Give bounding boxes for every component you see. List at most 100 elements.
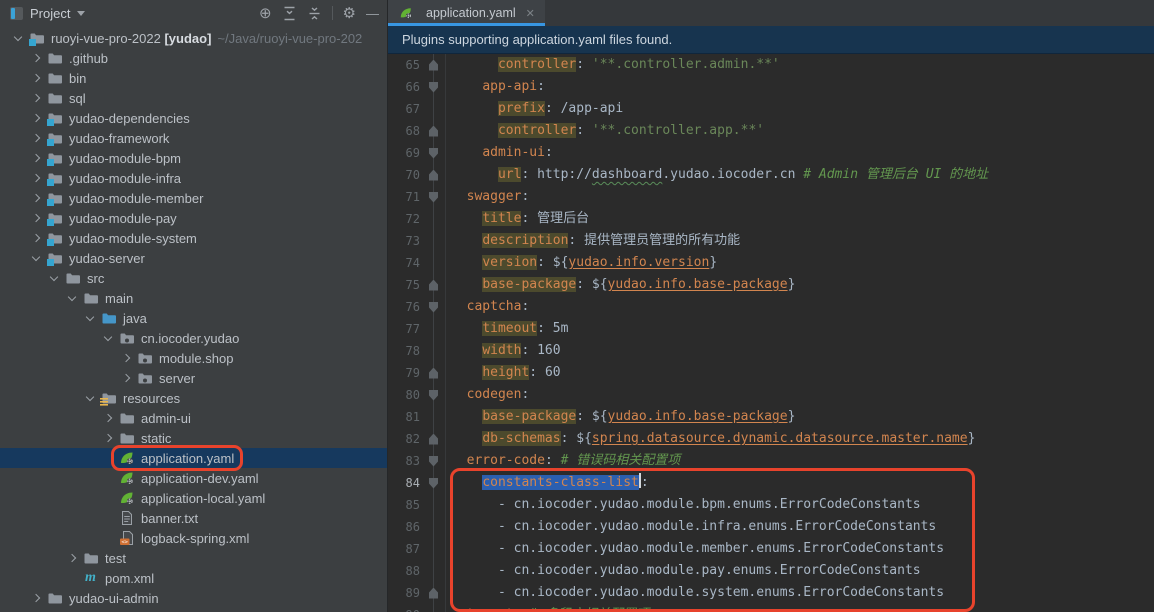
code-line-72[interactable]: 72 title: 管理后台 <box>388 208 1154 230</box>
plugin-notification-banner[interactable]: Plugins supporting application.yaml file… <box>388 26 1154 54</box>
chevron-down-icon[interactable] <box>84 317 96 320</box>
chevron-right-icon[interactable] <box>120 355 132 361</box>
project-panel-title[interactable]: Project <box>30 6 70 21</box>
tree-item-banner.txt[interactable]: banner.txt <box>0 508 387 528</box>
tree-item-main[interactable]: main <box>0 288 387 308</box>
code-line-67[interactable]: 67 prefix: /app-api <box>388 98 1154 120</box>
fold-start-icon[interactable] <box>422 472 446 494</box>
hide-panel-icon[interactable]: — <box>366 7 379 20</box>
chevron-right-icon[interactable] <box>30 75 42 81</box>
tree-item-yudao-ui-admin[interactable]: yudao-ui-admin <box>0 588 387 608</box>
code-line-79[interactable]: 79 height: 60 <box>388 362 1154 384</box>
code-line-90[interactable]: 90 tenant: # 多租户相关配置项 <box>388 604 1154 612</box>
code-line-73[interactable]: 73 description: 提供管理员管理的所有功能 <box>388 230 1154 252</box>
locate-icon[interactable]: ⊕ <box>259 6 272 21</box>
tree-item-yudao-dependencies[interactable]: yudao-dependencies <box>0 108 387 128</box>
code-line-88[interactable]: 88 - cn.iocoder.yudao.module.pay.enums.E… <box>388 560 1154 582</box>
fold-start-icon[interactable] <box>422 384 446 406</box>
tree-item-.github[interactable]: .github <box>0 48 387 68</box>
chevron-down-icon[interactable] <box>66 297 78 300</box>
code-line-69[interactable]: 69 admin-ui: <box>388 142 1154 164</box>
code-line-89[interactable]: 89 - cn.iocoder.yudao.module.system.enum… <box>388 582 1154 604</box>
tree-item-ruoyi-vue-pro-2022[interactable]: ruoyi-vue-pro-2022 [yudao]~/Java/ruoyi-v… <box>0 28 387 48</box>
chevron-right-icon[interactable] <box>30 235 42 241</box>
code-line-71[interactable]: 71 swagger: <box>388 186 1154 208</box>
tree-item-cn.iocoder.yudao[interactable]: cn.iocoder.yudao <box>0 328 387 348</box>
tree-item-yudao-module-member[interactable]: yudao-module-member <box>0 188 387 208</box>
code-editor[interactable]: 65 controller: '**.controller.admin.**'6… <box>388 54 1154 612</box>
code-line-68[interactable]: 68 controller: '**.controller.app.**' <box>388 120 1154 142</box>
chevron-down-icon[interactable] <box>84 397 96 400</box>
chevron-right-icon[interactable] <box>120 375 132 381</box>
code-line-70[interactable]: 70 url: http://dashboard.yudao.iocoder.c… <box>388 164 1154 186</box>
chevron-down-icon[interactable] <box>102 337 114 340</box>
chevron-right-icon[interactable] <box>30 135 42 141</box>
tree-item-static[interactable]: static <box>0 428 387 448</box>
tree-item-src[interactable]: src <box>0 268 387 288</box>
code-line-77[interactable]: 77 timeout: 5m <box>388 318 1154 340</box>
dropdown-caret-icon[interactable] <box>77 11 85 16</box>
code-line-76[interactable]: 76 captcha: <box>388 296 1154 318</box>
chevron-right-icon[interactable] <box>102 415 114 421</box>
tree-item-java[interactable]: java <box>0 308 387 328</box>
fold-end-icon[interactable] <box>422 120 446 142</box>
tab-application-yaml[interactable]: application.yaml ✕ <box>388 0 545 26</box>
fold-end-icon[interactable] <box>422 362 446 384</box>
chevron-right-icon[interactable] <box>30 95 42 101</box>
tree-item-server[interactable]: server <box>0 368 387 388</box>
chevron-right-icon[interactable] <box>30 55 42 61</box>
code-line-80[interactable]: 80 codegen: <box>388 384 1154 406</box>
chevron-right-icon[interactable] <box>66 555 78 561</box>
fold-end-icon[interactable] <box>422 54 446 76</box>
fold-end-icon[interactable] <box>422 428 446 450</box>
tree-item-application-local.yaml[interactable]: application-local.yaml <box>0 488 387 508</box>
tree-item-yudao-ui-app[interactable]: yudao-ui-app <box>0 608 387 612</box>
code-line-86[interactable]: 86 - cn.iocoder.yudao.module.infra.enums… <box>388 516 1154 538</box>
chevron-right-icon[interactable] <box>30 155 42 161</box>
code-line-66[interactable]: 66 app-api: <box>388 76 1154 98</box>
tree-item-application.yaml[interactable]: application.yaml <box>0 448 387 468</box>
chevron-right-icon[interactable] <box>102 435 114 441</box>
settings-gear-icon[interactable]: ⚙ <box>343 6 356 21</box>
chevron-right-icon[interactable] <box>30 215 42 221</box>
tree-item-test[interactable]: test <box>0 548 387 568</box>
code-line-81[interactable]: 81 base-package: ${yudao.info.base-packa… <box>388 406 1154 428</box>
tree-item-resources[interactable]: resources <box>0 388 387 408</box>
code-line-85[interactable]: 85 - cn.iocoder.yudao.module.bpm.enums.E… <box>388 494 1154 516</box>
tree-item-application-dev.yaml[interactable]: application-dev.yaml <box>0 468 387 488</box>
chevron-right-icon[interactable] <box>30 115 42 121</box>
fold-start-icon[interactable] <box>422 450 446 472</box>
code-line-82[interactable]: 82 db-schemas: ${spring.datasource.dynam… <box>388 428 1154 450</box>
fold-start-icon[interactable] <box>422 142 446 164</box>
expand-all-icon[interactable] <box>282 6 297 21</box>
collapse-all-icon[interactable] <box>307 6 322 21</box>
code-line-75[interactable]: 75 base-package: ${yudao.info.base-packa… <box>388 274 1154 296</box>
tree-item-yudao-framework[interactable]: yudao-framework <box>0 128 387 148</box>
code-line-78[interactable]: 78 width: 160 <box>388 340 1154 362</box>
code-line-87[interactable]: 87 - cn.iocoder.yudao.module.member.enum… <box>388 538 1154 560</box>
code-line-83[interactable]: 83 error-code: # 错误码相关配置项 <box>388 450 1154 472</box>
tree-item-sql[interactable]: sql <box>0 88 387 108</box>
tree-item-yudao-server[interactable]: yudao-server <box>0 248 387 268</box>
chevron-right-icon[interactable] <box>30 195 42 201</box>
chevron-right-icon[interactable] <box>30 175 42 181</box>
tree-item-admin-ui[interactable]: admin-ui <box>0 408 387 428</box>
tab-close-icon[interactable]: ✕ <box>526 7 535 20</box>
tree-item-bin[interactable]: bin <box>0 68 387 88</box>
tree-item-yudao-module-infra[interactable]: yudao-module-infra <box>0 168 387 188</box>
tree-item-logback-spring.xml[interactable]: <>logback-spring.xml <box>0 528 387 548</box>
tree-item-yudao-module-pay[interactable]: yudao-module-pay <box>0 208 387 228</box>
fold-start-icon[interactable] <box>422 186 446 208</box>
code-line-74[interactable]: 74 version: ${yudao.info.version} <box>388 252 1154 274</box>
tree-item-yudao-module-system[interactable]: yudao-module-system <box>0 228 387 248</box>
fold-end-icon[interactable] <box>422 274 446 296</box>
chevron-right-icon[interactable] <box>30 595 42 601</box>
tree-item-pom.xml[interactable]: mpom.xml <box>0 568 387 588</box>
tree-item-yudao-module-bpm[interactable]: yudao-module-bpm <box>0 148 387 168</box>
fold-end-icon[interactable] <box>422 582 446 604</box>
code-line-84[interactable]: 84 constants-class-list: <box>388 472 1154 494</box>
fold-start-icon[interactable] <box>422 296 446 318</box>
fold-start-icon[interactable] <box>422 76 446 98</box>
chevron-down-icon[interactable] <box>48 277 60 280</box>
chevron-down-icon[interactable] <box>12 37 24 40</box>
